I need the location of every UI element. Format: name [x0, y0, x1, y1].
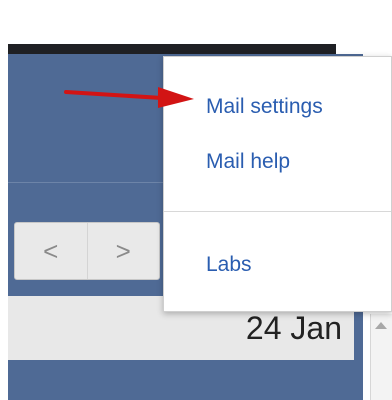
previous-button[interactable]: < [15, 223, 88, 279]
scrollbar[interactable] [370, 314, 392, 400]
chevron-right-icon: > [115, 236, 131, 266]
chevron-left-icon: < [43, 236, 59, 266]
top-dark-bar [8, 44, 336, 54]
menu-item-labs[interactable]: Labs [206, 253, 252, 277]
menu-item-mail-help[interactable]: Mail help [206, 150, 290, 174]
message-date: 24 Jan [245, 309, 342, 346]
panel-divider [8, 182, 168, 183]
menu-item-mail-settings[interactable]: Mail settings [206, 95, 323, 119]
menu-divider [164, 211, 391, 212]
pagination-buttons: < > [14, 222, 160, 280]
next-button[interactable]: > [88, 223, 160, 279]
scroll-up-arrow-icon[interactable] [375, 322, 387, 329]
red-arrow-annotation-icon [64, 87, 194, 108]
